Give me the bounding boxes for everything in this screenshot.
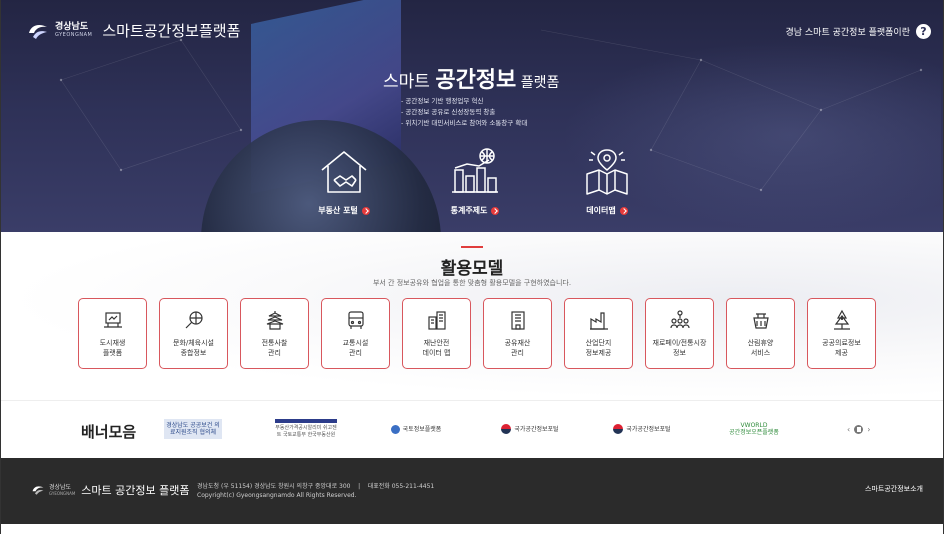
model-card-culture-sports[interactable]: 문화/체육시설 종합정보 bbox=[159, 298, 228, 369]
temple-icon bbox=[266, 311, 283, 330]
footer-copyright: Copyright(c) Gyeongsangnamdo All Rights … bbox=[197, 492, 357, 499]
platform-intro-link[interactable]: 경남 스마트 공간정보 플랫폼이란 ? bbox=[785, 24, 931, 39]
pause-icon[interactable] bbox=[854, 425, 864, 434]
footer-logo-english: GYEONGNAM bbox=[49, 490, 76, 496]
hero-title-prefix: 스마트 bbox=[383, 72, 436, 92]
footer-about-link[interactable]: 스마트공간정보소개 bbox=[865, 484, 923, 494]
banner-section: 배너모음 경상남도 공공보건 의료지원조직 협의체 부동산가격공시알리미 쉬고젠… bbox=[1, 400, 943, 458]
city-renewal-icon bbox=[103, 312, 122, 328]
banner-land-info-text: 국토정보플랫폼 bbox=[402, 425, 442, 433]
hero-item-label: 부동산 포털 bbox=[318, 206, 358, 215]
model-card-label: 산업단지 정보제공 bbox=[585, 339, 612, 357]
site-title: 스마트공간정보플랫폼 bbox=[102, 22, 241, 40]
banner-heading: 배너모음 bbox=[81, 423, 137, 441]
hero-title-main: 공간정보 bbox=[435, 68, 517, 93]
model-card-label: 교통시설 관리 bbox=[342, 339, 369, 357]
disaster-building-icon bbox=[427, 311, 446, 330]
hero-bullet: - 공간정보 기반 행정업무 혁신 bbox=[401, 97, 484, 105]
logo-english-text: GYEONGNAM bbox=[55, 32, 93, 38]
statistics-city-icon bbox=[452, 148, 498, 193]
platform-intro-label: 경남 스마트 공간정보 플랫폼이란 bbox=[785, 28, 910, 38]
site-logo[interactable]: 경상남도 GYEONGNAM 스마트공간정보플랫폼 bbox=[27, 20, 240, 41]
banner-realty-price-bar bbox=[275, 419, 337, 423]
footer-address-block: 경남도청 (우 51154) 경상남도 창원시 의창구 중앙대로 300 | 대… bbox=[197, 482, 434, 500]
models-section: 활용모델 부서 간 정보공유와 협업을 통한 맞춤형 활용모델을 구현하였습니다… bbox=[1, 232, 943, 400]
banner-national-spatial-2[interactable]: 국가공간정보포털 bbox=[611, 419, 673, 439]
banner-prev-button[interactable]: ‹ bbox=[847, 425, 850, 434]
model-card-label: 공유재산 관리 bbox=[504, 339, 531, 357]
models-subtitle: 부서 간 정보공유와 협업을 통한 맞춤형 활용모델을 구현하였습니다. bbox=[372, 279, 572, 287]
model-card-list: 도시재생 플랫폼 문화/체육시설 종합정보 전통사찰 관리 교통시설 관리 재난… bbox=[78, 298, 876, 369]
land-info-logo-icon bbox=[390, 424, 400, 434]
model-card-medical-info[interactable]: 공공의료정보 제공 bbox=[807, 298, 876, 369]
market-people-icon bbox=[669, 310, 690, 329]
logo-korean-text: 경상남도 bbox=[55, 22, 89, 32]
house-handshake-icon bbox=[321, 151, 367, 193]
forest-basket-icon bbox=[752, 313, 769, 329]
model-card-market[interactable]: 재로페이/전통시장 정보 bbox=[645, 298, 714, 369]
hero-section: 경상남도 GYEONGNAM 스마트공간정보플랫폼 경남 스마트 공간정보 플랫… bbox=[1, 0, 943, 232]
hero-title-suffix: 플랫폼 bbox=[516, 75, 560, 91]
hero-bullet-list: - 공간정보 기반 행정업무 혁신 - 공간정보 공유로 신성장동력 창출 - … bbox=[401, 96, 527, 129]
footer-title: 스마트 공간정보 플랫폼 bbox=[81, 484, 190, 497]
model-card-transport[interactable]: 교통시설 관리 bbox=[321, 298, 390, 369]
medical-trees-icon bbox=[833, 309, 850, 330]
hero-bullet: - 공간정보 공유로 신성장동력 창출 bbox=[401, 108, 496, 116]
model-card-label: 재로페이/전통시장 정보 bbox=[652, 339, 707, 357]
public-building-icon bbox=[510, 311, 525, 330]
factory-icon bbox=[589, 312, 608, 330]
banner-realty-price[interactable]: 부동산가격공시알리미 쉬고젠트 국토교통부 한국부동산원 bbox=[275, 419, 337, 439]
banner-public-health[interactable]: 경상남도 공공보건 의료지원조직 협의체 bbox=[164, 419, 222, 439]
bus-icon bbox=[347, 311, 364, 329]
footer: 경상남도 GYEONGNAM 스마트 공간정보 플랫폼 경남도청 (우 5115… bbox=[1, 458, 943, 524]
sports-culture-icon bbox=[185, 311, 203, 329]
model-card-label: 전통사찰 관리 bbox=[261, 339, 288, 357]
taegeuk-icon bbox=[501, 424, 512, 434]
gyeongnam-logo-icon bbox=[29, 24, 47, 39]
arrow-circle-icon bbox=[619, 206, 628, 215]
hero-bullet: - 위치기반 대민서비스로 참여와 소통창구 확대 bbox=[401, 119, 528, 127]
model-card-temple[interactable]: 전통사찰 관리 bbox=[240, 298, 309, 369]
models-title: 활용모델 bbox=[440, 259, 504, 279]
banner-realty-price-text: 부동산가격공시알리미 쉬고젠트 국토교통부 한국부동산원 bbox=[275, 425, 337, 438]
page: 경상남도 GYEONGNAM 스마트공간정보플랫폼 경남 스마트 공간정보 플랫… bbox=[0, 0, 944, 534]
hero-item-label: 통계주제도 bbox=[450, 206, 488, 215]
map-pin-icon bbox=[586, 149, 628, 195]
hero-item-realestate-portal[interactable]: 부동산 포털 bbox=[289, 146, 399, 217]
hero-item-data-map[interactable]: 데이터맵 bbox=[552, 146, 662, 217]
banner-vworld[interactable]: VWORLD 공간정보오픈플랫폼 bbox=[723, 419, 785, 439]
gyeongnam-logo-icon bbox=[32, 486, 44, 495]
banner-national-spatial-2-text: 국가공간정보포털 bbox=[626, 425, 671, 433]
banner-nav: ‹ › bbox=[847, 425, 870, 434]
model-card-label: 공공의료정보 제공 bbox=[822, 339, 861, 357]
banner-land-info[interactable]: 국토정보플랫폼 bbox=[385, 419, 447, 439]
bottom-strip bbox=[1, 524, 943, 534]
model-card-label: 문화/체육시설 종합정보 bbox=[173, 339, 214, 357]
footer-logo[interactable]: 경상남도 GYEONGNAM 스마트 공간정보 플랫폼 bbox=[31, 482, 190, 498]
banner-next-button[interactable]: › bbox=[867, 425, 870, 434]
model-card-urban-regeneration[interactable]: 도시재생 플랫폼 bbox=[78, 298, 147, 369]
arrow-circle-icon bbox=[361, 206, 370, 215]
model-card-label: 도시재생 플랫폼 bbox=[99, 339, 126, 357]
section-accent-bar bbox=[461, 246, 483, 248]
banner-national-spatial-1-text: 국가공간정보포털 bbox=[514, 425, 559, 433]
model-card-public-property[interactable]: 공유재산 관리 bbox=[483, 298, 552, 369]
help-icon[interactable]: ? bbox=[916, 24, 931, 39]
taegeuk-icon bbox=[613, 424, 624, 434]
hero-title: 스마트 공간정보 플랫폼 bbox=[383, 62, 559, 94]
model-card-label: 산림휴양 서비스 bbox=[747, 339, 774, 357]
footer-address: 경남도청 (우 51154) 경상남도 창원시 의창구 중앙대로 300 | 대… bbox=[197, 483, 435, 490]
model-card-industrial-complex[interactable]: 산업단지 정보제공 bbox=[564, 298, 633, 369]
model-card-disaster-safety[interactable]: 재난안전 데이터 맵 bbox=[402, 298, 471, 369]
arrow-circle-icon bbox=[491, 206, 500, 215]
banner-national-spatial-1[interactable]: 국가공간정보포털 bbox=[499, 419, 561, 439]
hero-item-label: 데이터맵 bbox=[586, 206, 616, 215]
model-card-forest-recreation[interactable]: 산림휴양 서비스 bbox=[726, 298, 795, 369]
model-card-label: 재난안전 데이터 맵 bbox=[422, 339, 451, 357]
hero-item-statistics-map[interactable]: 통계주제도 bbox=[420, 146, 530, 217]
